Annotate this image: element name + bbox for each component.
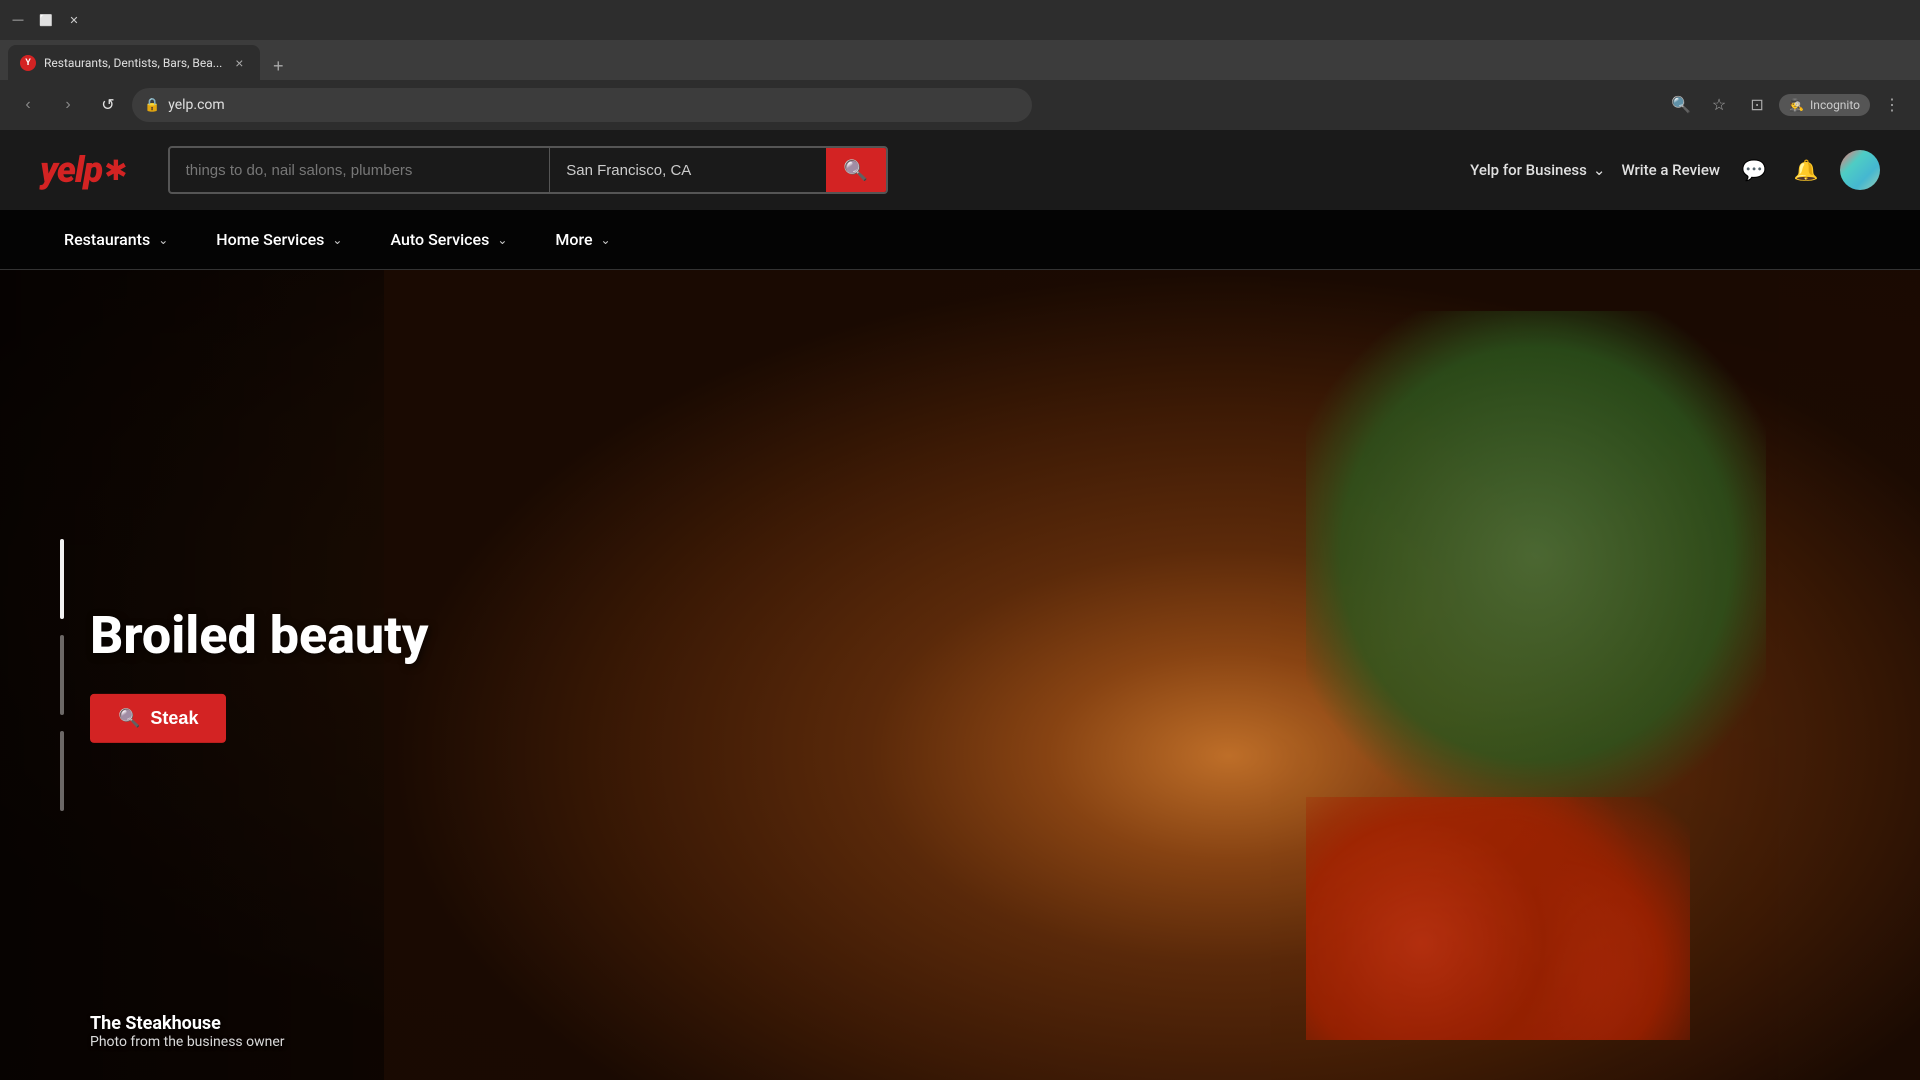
yelp-for-business-link[interactable]: Yelp for Business ⌄ bbox=[1470, 161, 1605, 179]
active-tab[interactable]: Y Restaurants, Dentists, Bars, Bea... × bbox=[8, 45, 260, 80]
nav-item-more[interactable]: More ⌄ bbox=[531, 210, 634, 270]
nav-auto-services-chevron: ⌄ bbox=[497, 233, 507, 247]
write-review-link[interactable]: Write a Review bbox=[1621, 161, 1720, 179]
header-right: Yelp for Business ⌄ Write a Review 💬 🔔 bbox=[1470, 150, 1880, 190]
title-bar: — ⬜ ✕ bbox=[0, 0, 1920, 40]
business-photo-credit: Photo from the business owner bbox=[90, 1034, 285, 1050]
search-icon: 🔍 bbox=[843, 158, 868, 183]
split-screen-button[interactable]: ⊡ bbox=[1741, 89, 1773, 121]
business-name: The Steakhouse bbox=[90, 1013, 285, 1034]
search-what-input[interactable] bbox=[170, 148, 551, 192]
yelp-nav: Restaurants ⌄ Home Services ⌄ Auto Servi… bbox=[0, 210, 1920, 270]
yelp-logo[interactable]: yelp ✱ bbox=[40, 149, 128, 191]
address-text: yelp.com bbox=[168, 97, 1020, 113]
refresh-button[interactable]: ↺ bbox=[92, 89, 124, 121]
address-bar[interactable]: 🔒 yelp.com bbox=[132, 88, 1032, 122]
nav-more-label: More bbox=[555, 230, 592, 249]
nav-home-services-label: Home Services bbox=[216, 230, 324, 249]
yelp-header: yelp ✱ 🔍 Yelp for Business ⌄ Write a Rev… bbox=[0, 130, 1920, 210]
address-bar-row: ‹ › ↺ 🔒 yelp.com 🔍 ☆ ⊡ 🕵 Incognito ⋮ 📁 A… bbox=[0, 80, 1920, 130]
cta-search-icon: 🔍 bbox=[118, 708, 140, 729]
nav-item-restaurants[interactable]: Restaurants ⌄ bbox=[40, 210, 192, 270]
tab-favicon-icon: Y bbox=[25, 58, 31, 68]
bell-icon: 🔔 bbox=[1794, 158, 1819, 183]
yelp-logo-text: yelp bbox=[40, 149, 102, 191]
notifications-button[interactable]: 🔔 bbox=[1788, 152, 1824, 188]
browser-menu-button[interactable]: ⋮ bbox=[1876, 89, 1908, 121]
hero-title: Broiled beauty bbox=[90, 607, 428, 664]
slide-indicator-1[interactable] bbox=[60, 539, 64, 619]
hero-section: Broiled beauty 🔍 Steak The Steakhouse Ph… bbox=[0, 270, 1920, 1080]
nav-home-services-chevron: ⌄ bbox=[332, 233, 342, 247]
tab-bar: Y Restaurants, Dentists, Bars, Bea... × … bbox=[0, 40, 1920, 80]
tab-close-button[interactable]: × bbox=[230, 54, 248, 72]
lens-icon-button[interactable]: 🔍 bbox=[1665, 89, 1697, 121]
nav-item-auto-services[interactable]: Auto Services ⌄ bbox=[366, 210, 531, 270]
back-button[interactable]: ‹ bbox=[12, 89, 44, 121]
messages-icon: 💬 bbox=[1742, 158, 1767, 183]
hero-cta-button[interactable]: 🔍 Steak bbox=[90, 694, 226, 743]
forward-button[interactable]: › bbox=[52, 89, 84, 121]
nav-restaurants-chevron: ⌄ bbox=[158, 233, 168, 247]
search-where-input[interactable] bbox=[550, 148, 825, 192]
cta-label: Steak bbox=[150, 708, 198, 729]
bookmark-star-button[interactable]: ☆ bbox=[1703, 89, 1735, 121]
yelp-for-business-label: Yelp for Business bbox=[1470, 161, 1587, 179]
lock-icon: 🔒 bbox=[144, 98, 160, 113]
yelp-website: yelp ✱ 🔍 Yelp for Business ⌄ Write a Rev… bbox=[0, 130, 1920, 1080]
tab-favicon: Y bbox=[20, 55, 36, 71]
messages-button[interactable]: 💬 bbox=[1736, 152, 1772, 188]
nav-item-home-services[interactable]: Home Services ⌄ bbox=[192, 210, 366, 270]
yelp-for-business-chevron: ⌄ bbox=[1593, 161, 1606, 179]
incognito-badge: 🕵 Incognito bbox=[1779, 94, 1870, 116]
tab-title: Restaurants, Dentists, Bars, Bea... bbox=[44, 56, 222, 70]
window-controls: — ⬜ ✕ bbox=[8, 10, 84, 30]
search-submit-button[interactable]: 🔍 bbox=[826, 148, 886, 192]
user-avatar-button[interactable] bbox=[1840, 150, 1880, 190]
new-tab-button[interactable]: + bbox=[264, 52, 292, 80]
incognito-label: Incognito bbox=[1810, 98, 1860, 112]
search-form: 🔍 bbox=[168, 146, 888, 194]
minimize-button[interactable]: — bbox=[8, 10, 28, 30]
slide-indicator-3[interactable] bbox=[60, 731, 64, 811]
business-info-overlay: The Steakhouse Photo from the business o… bbox=[90, 1013, 285, 1050]
hero-content: Broiled beauty 🔍 Steak bbox=[90, 607, 428, 743]
hero-food-image bbox=[384, 270, 1920, 1080]
nav-restaurants-label: Restaurants bbox=[64, 230, 150, 249]
slide-indicators bbox=[60, 539, 64, 811]
nav-more-chevron: ⌄ bbox=[601, 233, 611, 247]
nav-auto-services-label: Auto Services bbox=[390, 230, 489, 249]
yelp-logo-star: ✱ bbox=[104, 154, 127, 187]
browser-chrome: — ⬜ ✕ Y Restaurants, Dentists, Bars, Bea… bbox=[0, 0, 1920, 130]
close-button[interactable]: ✕ bbox=[64, 10, 84, 30]
slide-indicator-2[interactable] bbox=[60, 635, 64, 715]
browser-actions: 🔍 ☆ ⊡ 🕵 Incognito ⋮ bbox=[1665, 89, 1908, 121]
maximize-button[interactable]: ⬜ bbox=[36, 10, 56, 30]
incognito-icon: 🕵 bbox=[1789, 98, 1804, 112]
